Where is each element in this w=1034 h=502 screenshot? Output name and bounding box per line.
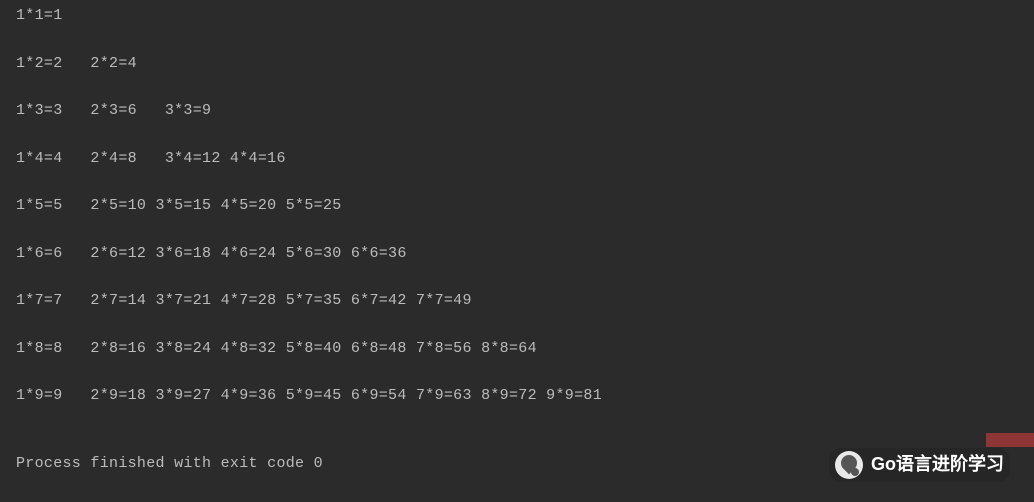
- wechat-icon: [835, 451, 863, 479]
- watermark-strip: [986, 433, 1034, 447]
- output-line: 1*7=7 2*7=14 3*7=21 4*7=28 5*7=35 6*7=42…: [16, 291, 1018, 311]
- output-line: 1*2=2 2*2=4: [16, 54, 1018, 74]
- watermark-badge: Go语言进阶学习: [829, 448, 1010, 482]
- output-line: 1*6=6 2*6=12 3*6=18 4*6=24 5*6=30 6*6=36: [16, 244, 1018, 264]
- console-output: 1*1=1 1*2=2 2*2=4 1*3=3 2*3=6 3*3=9 1*4=…: [16, 6, 1018, 473]
- output-line: 1*3=3 2*3=6 3*3=9: [16, 101, 1018, 121]
- output-line: 1*1=1: [16, 6, 1018, 26]
- output-line: 1*5=5 2*5=10 3*5=15 4*5=20 5*5=25: [16, 196, 1018, 216]
- output-line: 1*4=4 2*4=8 3*4=12 4*4=16: [16, 149, 1018, 169]
- output-line: 1*8=8 2*8=16 3*8=24 4*8=32 5*8=40 6*8=48…: [16, 339, 1018, 359]
- watermark-text: Go语言进阶学习: [871, 453, 1004, 476]
- output-line: 1*9=9 2*9=18 3*9=27 4*9=36 5*9=45 6*9=54…: [16, 386, 1018, 406]
